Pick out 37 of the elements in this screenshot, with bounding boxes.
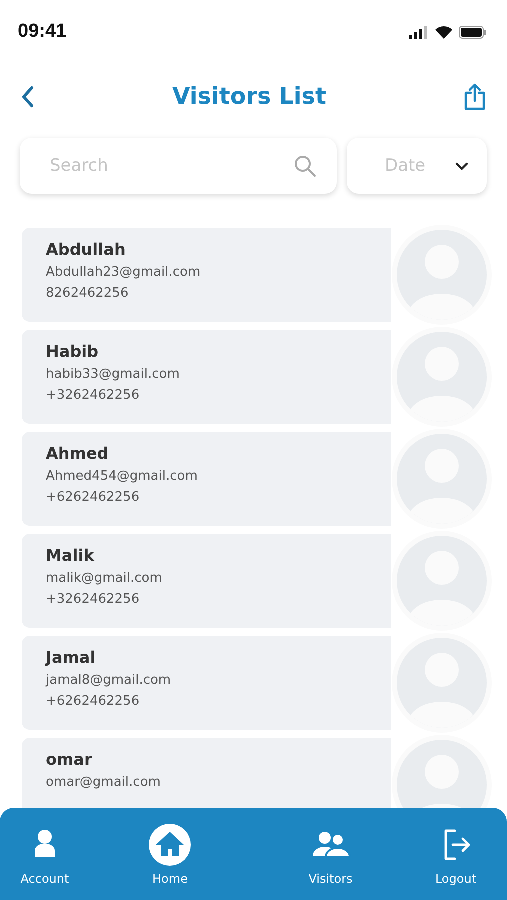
nav-tab[interactable]: Home — [90, 822, 250, 886]
visitor-name: Malik — [46, 546, 96, 565]
search-field[interactable]: Search — [20, 138, 337, 194]
visitor-card[interactable]: Abdullah Abdullah23@gmail.com 8262462256 — [22, 228, 391, 322]
visitor-phone: 8262462256 — [46, 286, 130, 301]
nav-tab[interactable]: Account — [0, 822, 90, 886]
visitor-name: Ahmed — [46, 444, 110, 463]
share-button[interactable] — [462, 83, 487, 111]
nav-tab[interactable]: Visitors — [250, 822, 411, 886]
battery-icon — [459, 26, 487, 38]
status-time: 09:41 — [18, 21, 67, 43]
nav-tab[interactable]: Logout — [411, 822, 501, 886]
visitor-name: Habib — [46, 342, 100, 361]
visitor-card[interactable]: Ahmed Ahmed454@gmail.com +6262462256 — [22, 432, 391, 526]
visitor-phone: +3262462256 — [46, 388, 141, 403]
visitor-phone: +3262462256 — [46, 592, 141, 607]
visitor-card[interactable]: Jamal jamal8@gmail.com +6262462256 — [22, 636, 391, 730]
back-button[interactable] — [20, 85, 36, 109]
visitor-name: omar — [46, 750, 94, 769]
visitor-card[interactable]: Malik malik@gmail.com +3262462256 — [22, 534, 391, 628]
visitor-phone: +6262462256 — [46, 694, 141, 709]
visitor-name: Jamal — [46, 648, 97, 667]
visitor-card[interactable]: Habib habib33@gmail.com +3262462256 — [22, 330, 391, 424]
visitor-email: jamal8@gmail.com — [46, 673, 172, 688]
visitor-email: habib33@gmail.com — [46, 367, 181, 382]
wifi-icon — [435, 26, 453, 38]
visitor-name: Abdullah — [46, 240, 127, 259]
signal-icon — [409, 26, 429, 38]
chevron-down-icon — [455, 162, 469, 170]
visitor-email: omar@gmail.com — [46, 775, 162, 790]
visitor-card[interactable]: omar omar@gmail.com — [22, 738, 391, 808]
visitor-email: Ahmed454@gmail.com — [46, 469, 199, 484]
page-title: Visitors List — [172, 84, 326, 110]
visitor-email: malik@gmail.com — [46, 571, 164, 586]
visitor-email: Abdullah23@gmail.com — [46, 265, 202, 280]
visitor-phone: +6262462256 — [46, 490, 141, 505]
search-icon — [293, 154, 317, 178]
